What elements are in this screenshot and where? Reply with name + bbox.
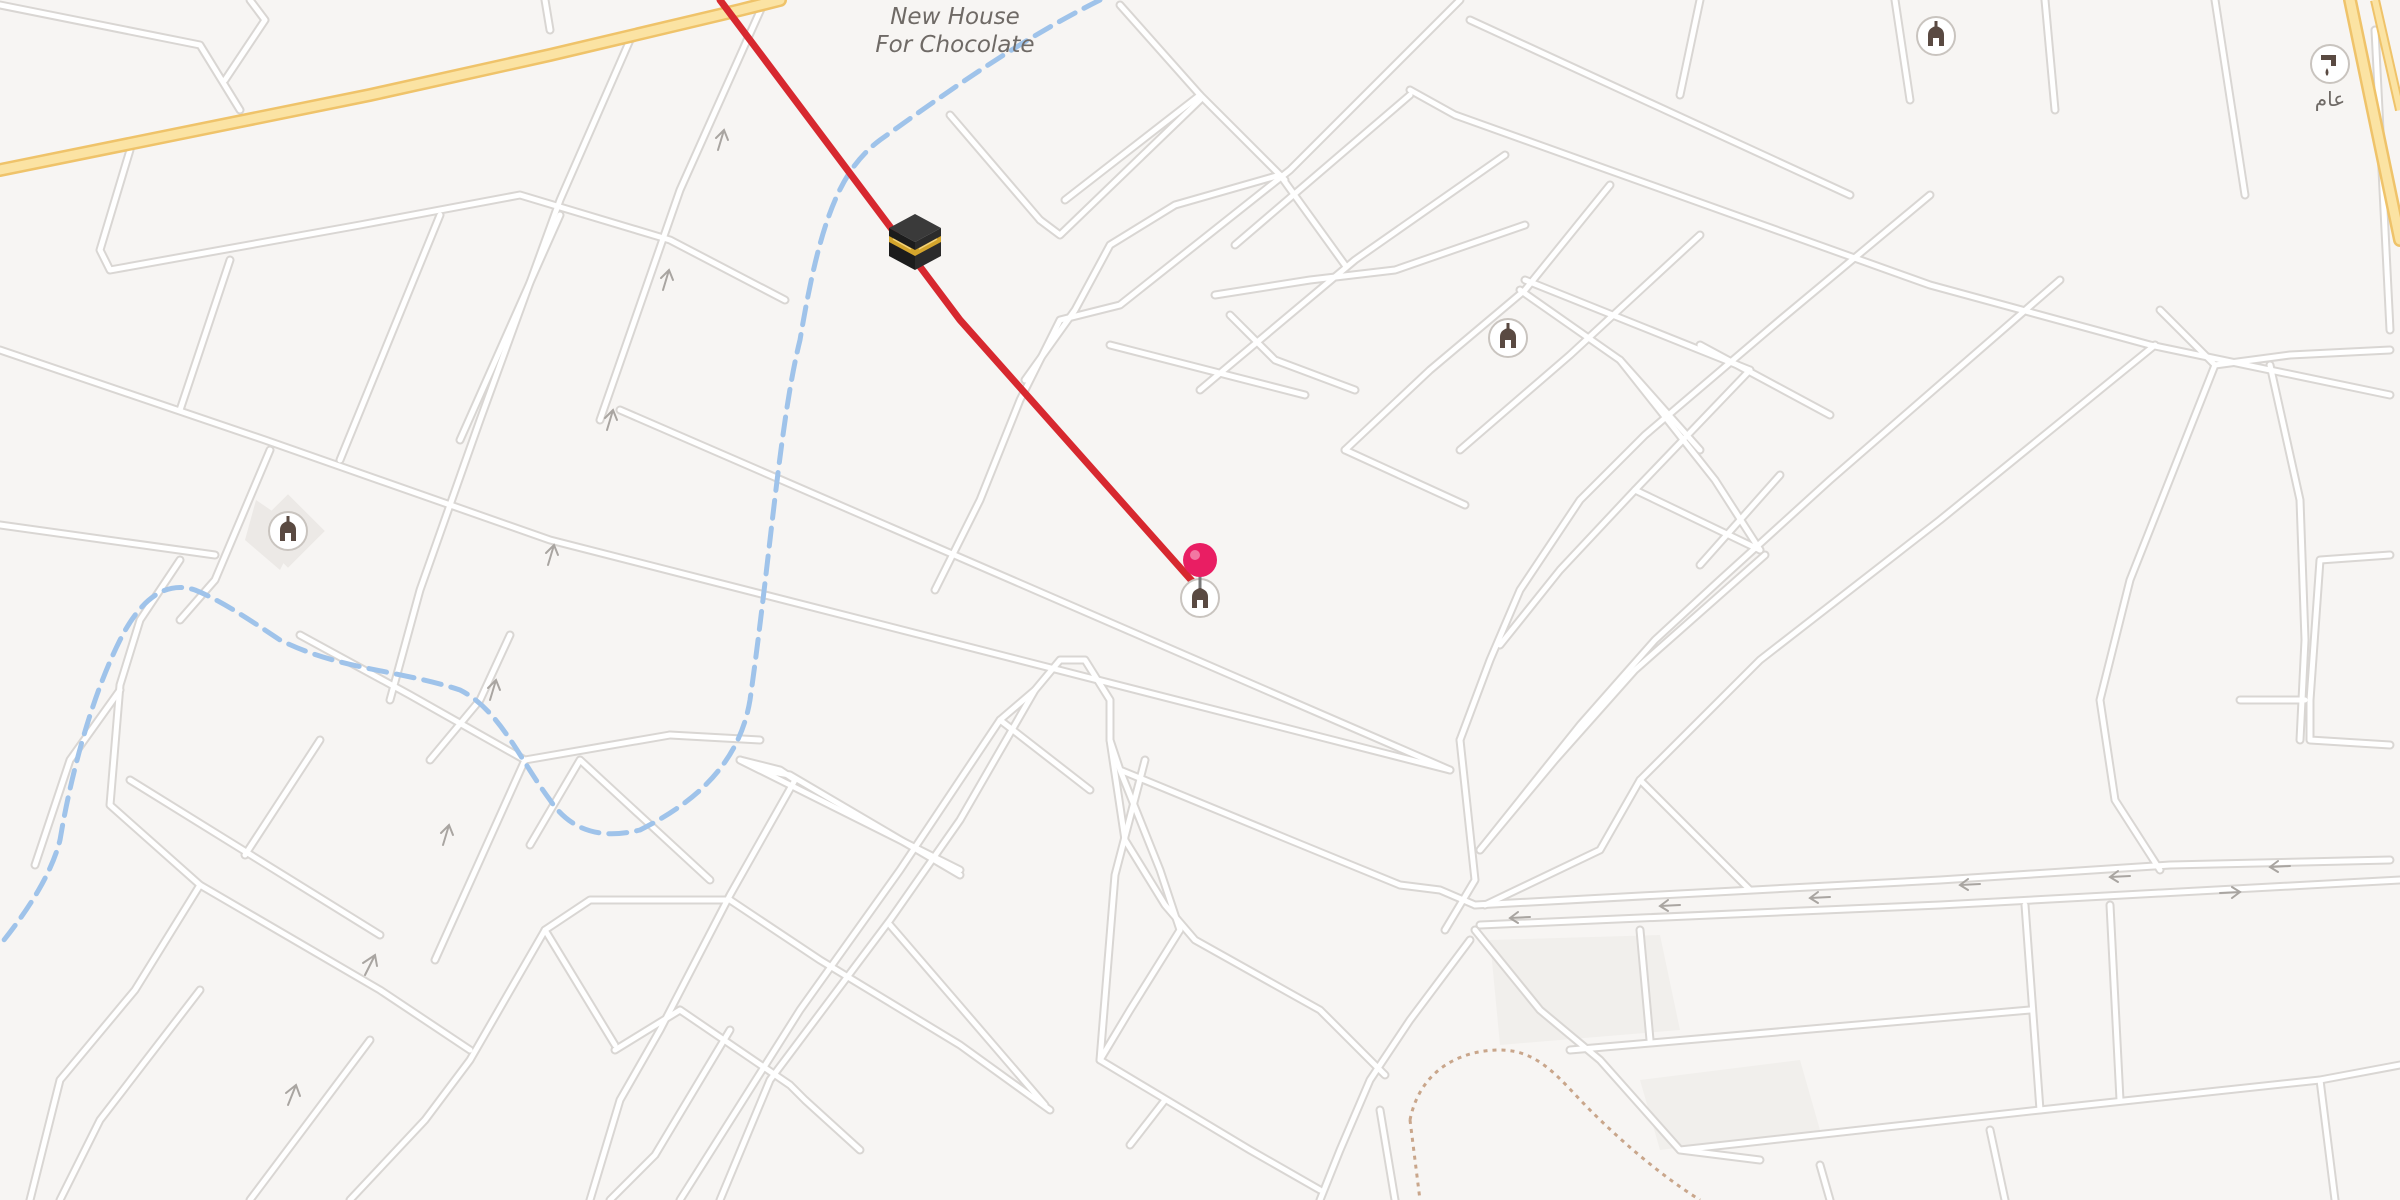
map-canvas[interactable]: New House For Chocolate عام [0, 0, 2400, 1200]
mosque-poi[interactable] [1916, 16, 1956, 56]
poi-label-arabic: عام [2315, 87, 2345, 111]
place-label-line2: For Chocolate [875, 32, 1034, 58]
poi-badge [2310, 44, 2350, 84]
mosque-poi[interactable] [1488, 318, 1528, 358]
place-label-line1: New House [890, 4, 1020, 30]
water-tap-poi[interactable]: عام [2310, 44, 2350, 111]
